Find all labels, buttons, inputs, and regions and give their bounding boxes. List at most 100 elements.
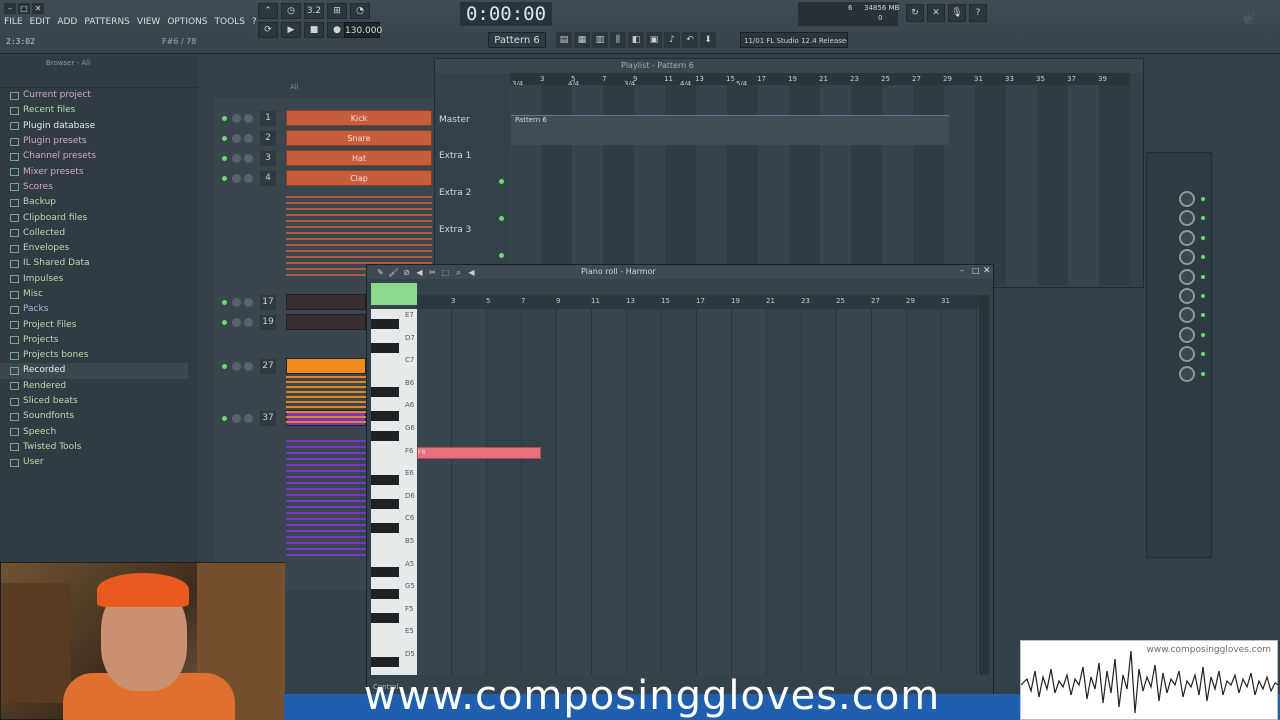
undo-icon[interactable]: ↶ xyxy=(682,32,698,48)
collab-icon[interactable]: ✕ xyxy=(927,4,945,22)
step-sequencer-row[interactable] xyxy=(286,530,366,532)
mixer-slot-knob[interactable] xyxy=(1179,346,1195,363)
menu-item-file[interactable]: FILE xyxy=(4,17,23,27)
snap-icon[interactable]: ⌃ xyxy=(258,3,278,19)
step-sequencer-row[interactable] xyxy=(286,548,366,550)
channel-volume-knob[interactable] xyxy=(244,362,253,371)
step-sequencer-row[interactable] xyxy=(286,202,432,204)
channel-pan-knob[interactable] xyxy=(232,318,241,327)
step-sequencer-row[interactable] xyxy=(286,542,366,544)
paint-icon[interactable]: 🖌 xyxy=(388,267,399,278)
mixer-slot-knob[interactable] xyxy=(1179,229,1195,246)
step-sequencer-row[interactable] xyxy=(286,220,432,222)
step-sequencer-row[interactable] xyxy=(286,536,366,538)
menu-item-patterns[interactable]: PATTERNS xyxy=(84,17,130,27)
channel-row[interactable]: 2 Snare xyxy=(222,130,434,148)
browser-item-channel-presets[interactable]: Channel presets xyxy=(10,149,188,164)
step-sequencer-row[interactable] xyxy=(286,238,432,240)
browser-item-misc[interactable]: Misc xyxy=(10,287,188,302)
channel-mixer-track[interactable]: 4 xyxy=(260,171,276,186)
browser-item-user[interactable]: User xyxy=(10,455,188,470)
channel-volume-knob[interactable] xyxy=(244,318,253,327)
slice-icon[interactable]: ✂ xyxy=(427,267,438,278)
zoom-icon[interactable]: ⌕ xyxy=(453,267,464,278)
stop-icon[interactable]: ■ xyxy=(304,22,324,38)
pencil-icon[interactable]: ✎ xyxy=(375,267,386,278)
menu-item-view[interactable]: VIEW xyxy=(137,17,160,27)
browser-item-plugin-presets[interactable]: Plugin presets xyxy=(10,134,188,149)
track-header[interactable]: Extra 3 xyxy=(439,225,471,235)
browser-item-projects-bones[interactable]: Projects bones xyxy=(10,348,188,363)
channel-mute-led[interactable] xyxy=(222,300,227,305)
menu-item-tools[interactable]: TOOLS xyxy=(215,17,245,27)
help-icon[interactable]: ? xyxy=(969,4,987,22)
channel-volume-knob[interactable] xyxy=(244,414,253,423)
step-sequencer-row[interactable] xyxy=(286,226,432,228)
channel-rack-icon[interactable]: ▥ xyxy=(592,32,608,48)
step-sequencer-row[interactable] xyxy=(286,421,366,423)
channel-mute-led[interactable] xyxy=(222,156,227,161)
mixer-icon[interactable]: ⫼ xyxy=(610,32,626,48)
black-key[interactable] xyxy=(371,343,399,353)
track-mute-led[interactable] xyxy=(499,179,504,184)
black-key[interactable] xyxy=(371,431,399,441)
mixer-slot-knob[interactable] xyxy=(1179,326,1195,343)
menu-item-edit[interactable]: EDIT xyxy=(30,17,51,27)
channel-name-button[interactable]: Hat xyxy=(286,150,432,166)
step-sequencer-row[interactable] xyxy=(286,494,366,496)
refresh-icon[interactable]: ↻ xyxy=(906,4,924,22)
step-sequencer-row[interactable] xyxy=(286,256,432,258)
channel-volume-knob[interactable] xyxy=(244,134,253,143)
channel-name-button[interactable]: Kick xyxy=(286,110,432,126)
song-time-display[interactable]: 0:00:00 xyxy=(460,2,552,26)
rack-filter[interactable]: All xyxy=(214,80,434,98)
channel-mute-led[interactable] xyxy=(222,136,227,141)
vertical-scrollbar[interactable] xyxy=(979,295,989,675)
browser-item-speech[interactable]: Speech xyxy=(10,425,188,440)
channel-mixer-track[interactable]: 1 xyxy=(260,111,276,126)
step-sequencer-row[interactable] xyxy=(286,406,366,408)
mixer-slot-knob[interactable] xyxy=(1179,365,1195,382)
black-key[interactable] xyxy=(371,589,399,599)
channel-mixer-track[interactable]: 3 xyxy=(260,151,276,166)
step-sequencer-row[interactable] xyxy=(286,381,366,383)
browser-item-sliced-beats[interactable]: Sliced beats xyxy=(10,394,188,409)
step-sequencer-row[interactable] xyxy=(286,376,366,378)
black-key[interactable] xyxy=(371,657,399,667)
step-sequencer-row[interactable] xyxy=(286,506,366,508)
channel-volume-knob[interactable] xyxy=(244,298,253,307)
channel-mute-led[interactable] xyxy=(222,416,227,421)
mixer-slot-led[interactable] xyxy=(1201,313,1205,318)
delete-icon[interactable]: ⊘ xyxy=(401,267,412,278)
midi-note[interactable]: F6 xyxy=(417,447,541,459)
step-sequencer-row[interactable] xyxy=(286,401,366,403)
plugin-picker-icon[interactable]: ◧ xyxy=(628,32,644,48)
channel-name-button[interactable] xyxy=(286,314,366,330)
step-sequencer-row[interactable] xyxy=(286,411,366,413)
mixer-slot-led[interactable] xyxy=(1201,197,1205,201)
mixer-slot-led[interactable] xyxy=(1201,216,1205,221)
browser-item-project-files[interactable]: Project Files xyxy=(10,317,188,332)
step-sequencer-row[interactable] xyxy=(286,214,432,216)
channel-pan-knob[interactable] xyxy=(232,154,241,163)
playlist-icon[interactable]: ▤ xyxy=(556,32,572,48)
mixer-slot-knob[interactable] xyxy=(1179,307,1195,324)
channel-pan-knob[interactable] xyxy=(232,134,241,143)
channel-mixer-track[interactable]: 2 xyxy=(260,131,276,146)
close-icon[interactable]: ✕ xyxy=(983,266,993,276)
menu-item-add[interactable]: ADD xyxy=(57,17,77,27)
step-sequencer-row[interactable] xyxy=(286,476,366,478)
channel-mute-led[interactable] xyxy=(222,176,227,181)
download-icon[interactable]: ⬇ xyxy=(700,32,716,48)
minimize-icon[interactable]: – xyxy=(4,3,16,14)
maximize-icon[interactable]: □ xyxy=(18,3,30,14)
tempo-tap-icon[interactable]: ♪ xyxy=(664,32,680,48)
tempo-display[interactable]: 130.000 xyxy=(344,22,382,38)
microphone-icon[interactable]: 🎙 xyxy=(948,4,966,22)
browser-item-mixer-presets[interactable]: Mixer presets xyxy=(10,164,188,179)
browser-item-rendered[interactable]: Rendered xyxy=(10,379,188,394)
channel-pan-knob[interactable] xyxy=(232,414,241,423)
channel-pan-knob[interactable] xyxy=(232,362,241,371)
channel-name-button[interactable]: Clap xyxy=(286,170,432,186)
browser-item-backup[interactable]: Backup xyxy=(10,195,188,210)
